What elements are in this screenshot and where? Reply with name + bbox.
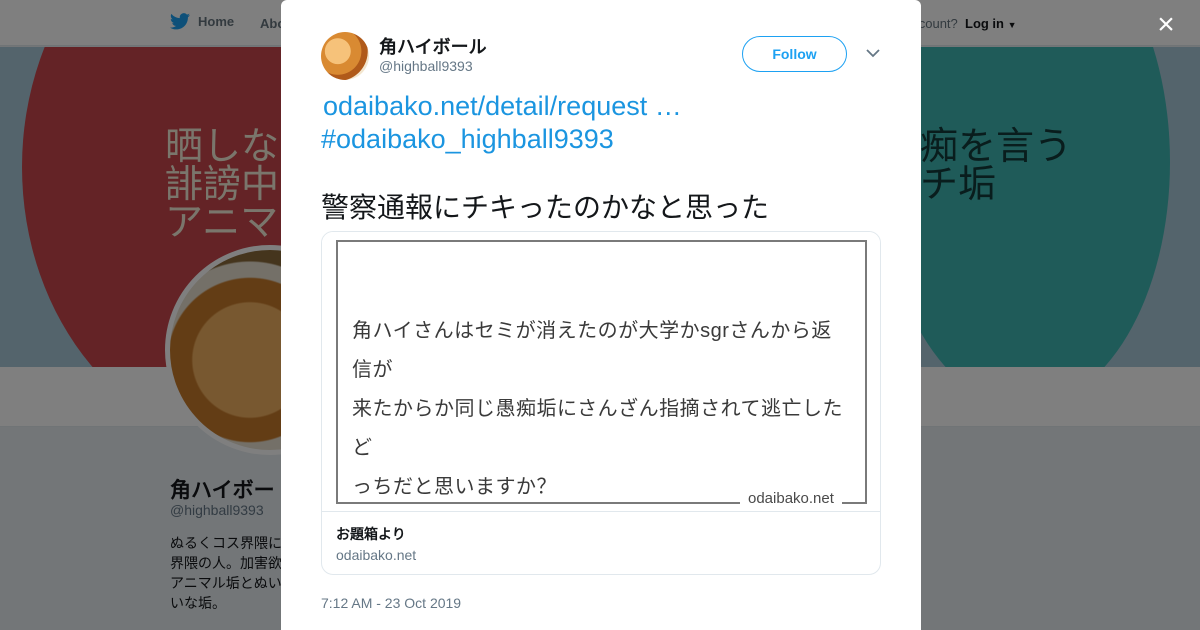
author-name[interactable]: 角ハイボール [379, 33, 487, 59]
card-image-line: 来たからか同じ愚痴垢にさんざん指摘されて逃亡したど [352, 398, 843, 459]
card-domain: odaibako.net [336, 547, 417, 563]
card-image-line: 角ハイさんはセミが消えたのが大学かsgrさんから返信が [352, 320, 832, 381]
follow-button[interactable]: Follow [742, 36, 847, 72]
tweet-url-link[interactable]: odaibako.net/detail/request … [323, 91, 682, 122]
link-preview-card[interactable]: 角ハイさんはセミが消えたのが大学かsgrさんから返信が 来たからか同じ愚痴垢にさ… [321, 231, 881, 575]
author-handle[interactable]: @highball9393 [379, 58, 473, 74]
tweet-modal: 角ハイボール @highball9393 Follow odaibako.net… [281, 0, 921, 630]
card-image-text: 角ハイさんはセミが消えたのが大学かsgrさんから返信が 来たからか同じ愚痴垢にさ… [352, 312, 852, 507]
card-image-watermark: odaibako.net [740, 490, 842, 507]
card-image: 角ハイさんはセミが消えたのが大学かsgrさんから返信が 来たからか同じ愚痴垢にさ… [322, 232, 880, 512]
tweet-hashtag-link[interactable]: #odaibako_highball9393 [321, 124, 614, 155]
tweet-text: 警察通報にチキったのかなと思った [321, 192, 770, 223]
author-avatar[interactable] [321, 32, 369, 80]
close-icon[interactable]: × [1153, 10, 1179, 40]
tweet-timestamp[interactable]: 7:12 AM - 23 Oct 2019 [321, 595, 461, 611]
card-title: お題箱より [336, 526, 406, 542]
chevron-down-icon[interactable] [864, 44, 882, 62]
